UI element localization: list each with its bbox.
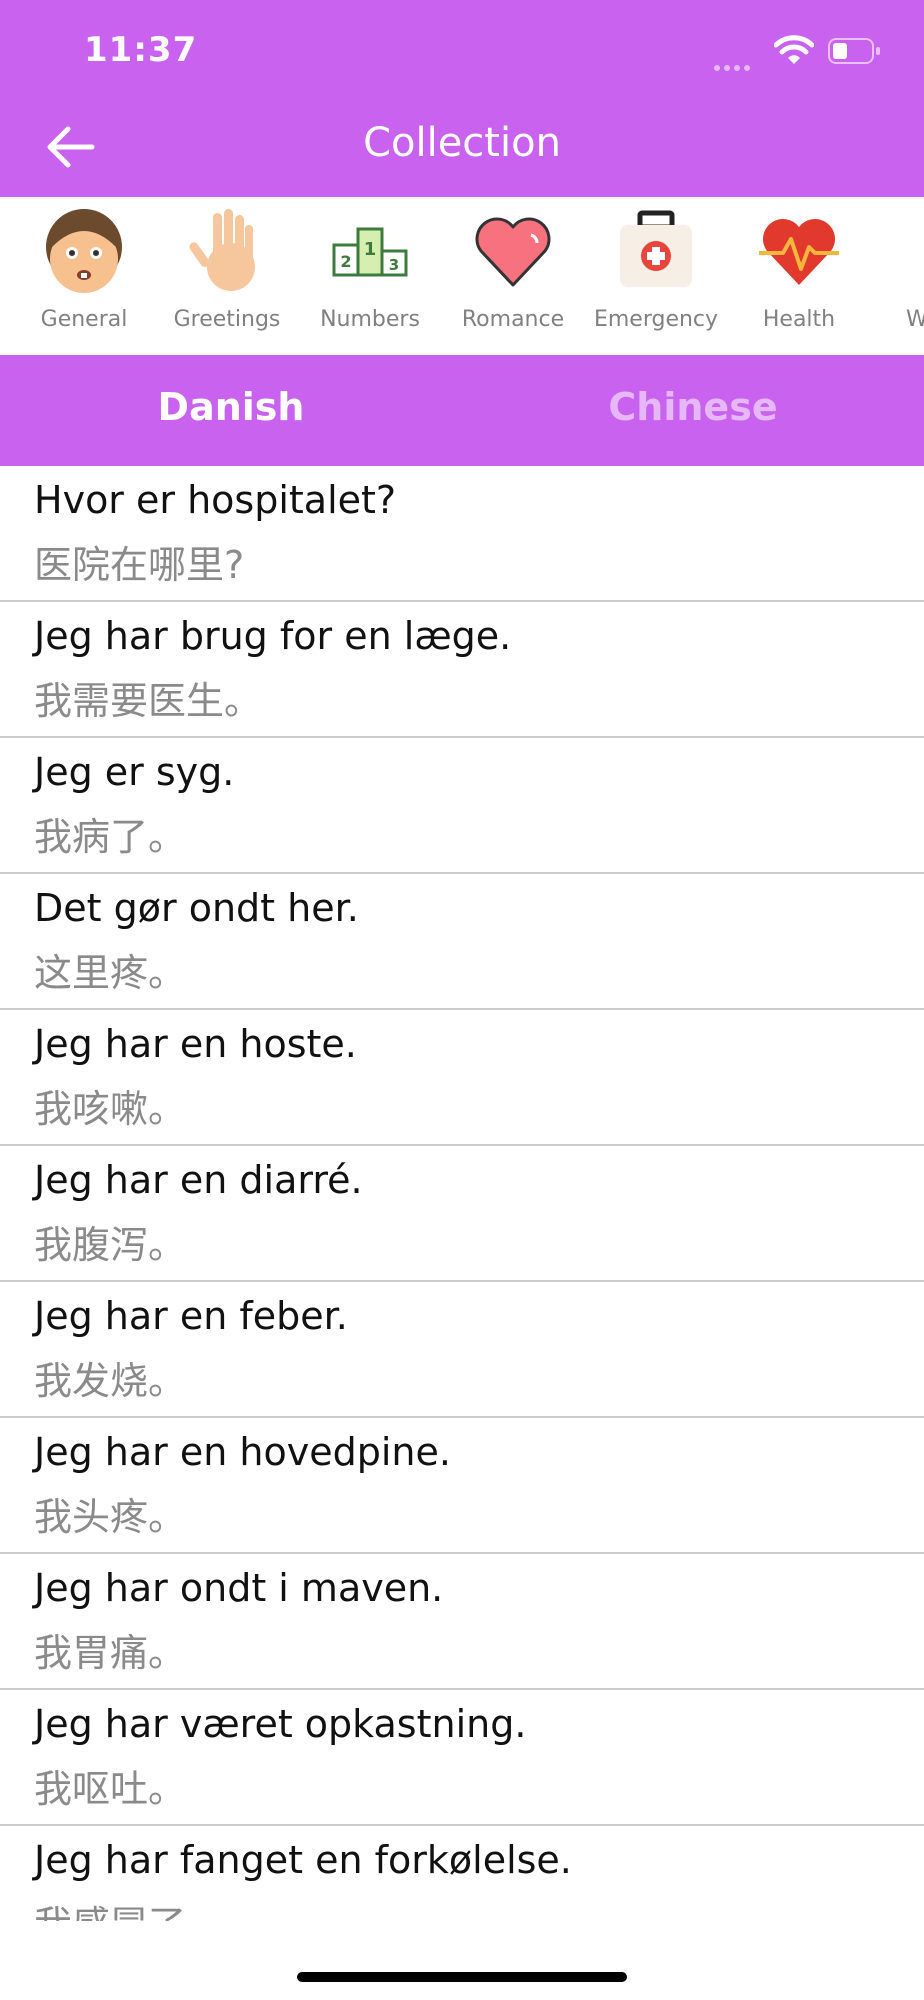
phrase-danish: Jeg har en diarré.	[34, 1158, 363, 1202]
top-app-bar: 11:37 Collection	[0, 0, 924, 197]
phrase-chinese: 我需要医生。	[34, 679, 263, 723]
list-item[interactable]: Jeg har en hoste. 我咳嗽。	[0, 1010, 924, 1146]
heart-icon	[475, 217, 551, 287]
category-strip[interactable]: General Greetings 1 2 3 Numbers Romance	[0, 197, 924, 355]
phrase-danish: Jeg har ondt i maven.	[34, 1566, 444, 1610]
list-item[interactable]: Jeg er syg. 我病了。	[0, 738, 924, 874]
category-label: General	[40, 307, 128, 332]
svg-text:3: 3	[389, 256, 399, 274]
tab-chinese[interactable]: Chinese	[462, 385, 924, 429]
category-general[interactable]: General	[12, 197, 156, 355]
phrase-chinese: 我咳嗽。	[34, 1087, 187, 1131]
phrase-chinese: 我呕吐。	[34, 1767, 187, 1811]
phrase-danish: Det gør ondt her.	[34, 886, 359, 930]
phrase-danish: Jeg er syg.	[34, 750, 235, 794]
category-greetings[interactable]: Greetings	[155, 197, 299, 355]
battery-icon	[828, 38, 880, 64]
face-icon	[46, 209, 122, 293]
svg-text:2: 2	[340, 252, 351, 271]
phrase-chinese: 我发烧。	[34, 1359, 187, 1403]
list-item[interactable]: Jeg har fanget en forkølelse. 我感冒了。	[0, 1826, 924, 1921]
list-item[interactable]: Det gør ondt her. 这里疼。	[0, 874, 924, 1010]
status-indicators	[714, 34, 884, 71]
category-label: Numbers	[320, 307, 420, 332]
phrase-chinese: 我病了。	[34, 815, 187, 859]
category-label: Health	[762, 307, 836, 332]
phrase-danish: Jeg har en hovedpine.	[34, 1430, 451, 1474]
category-weather[interactable]: We	[870, 197, 924, 355]
page-title: Collection	[363, 120, 561, 166]
category-label: Romance	[461, 307, 565, 332]
category-numbers[interactable]: 1 2 3 Numbers	[298, 197, 442, 355]
phrase-chinese: 我胃痛。	[34, 1631, 187, 1675]
phrase-danish: Jeg har været opkastning.	[34, 1702, 527, 1746]
list-item[interactable]: Jeg har en diarré. 我腹泻。	[0, 1146, 924, 1282]
first-aid-kit-icon	[620, 210, 692, 287]
category-romance[interactable]: Romance	[441, 197, 585, 355]
wifi-icon	[774, 35, 814, 64]
list-item[interactable]: Jeg har ondt i maven. 我胃痛。	[0, 1554, 924, 1690]
category-emergency[interactable]: Emergency	[584, 197, 728, 355]
category-health[interactable]: Health	[727, 197, 871, 355]
tab-danish[interactable]: Danish	[0, 385, 462, 429]
status-time: 11:37	[84, 30, 198, 70]
weather-icon	[902, 207, 924, 297]
signal-icon	[714, 56, 754, 75]
list-item[interactable]: Jeg har været opkastning. 我呕吐。	[0, 1690, 924, 1826]
list-item[interactable]: Hvor er hospitalet? 医院在哪里?	[0, 466, 924, 602]
phrase-danish: Jeg har fanget en forkølelse.	[34, 1838, 572, 1882]
hand-icon	[189, 209, 255, 291]
phrase-danish: Hvor er hospitalet?	[34, 478, 397, 522]
list-item[interactable]: Jeg har en hovedpine. 我头疼。	[0, 1418, 924, 1554]
list-item[interactable]: Jeg har en feber. 我发烧。	[0, 1282, 924, 1418]
phrase-list[interactable]: Hvor er hospitalet? 医院在哪里? Jeg har brug f…	[0, 466, 924, 1921]
language-tabs: Danish Chinese	[0, 355, 924, 466]
home-indicator[interactable]	[297, 1972, 627, 1982]
phrase-danish: Jeg har en hoste.	[34, 1022, 357, 1066]
phrase-chinese: 这里疼。	[34, 951, 187, 995]
phrase-chinese: 医院在哪里?	[34, 543, 245, 587]
heartbeat-icon	[759, 219, 839, 285]
svg-text:1: 1	[364, 239, 377, 260]
category-label: Emergency	[593, 307, 719, 332]
phrase-chinese: 我头疼。	[34, 1495, 187, 1539]
phrase-danish: Jeg har brug for en læge.	[34, 614, 512, 658]
phrase-chinese: 我腹泻。	[34, 1223, 187, 1267]
podium-icon: 1 2 3	[332, 227, 408, 277]
phrase-danish: Jeg har en feber.	[34, 1294, 348, 1338]
phrase-chinese: 我感冒了。	[34, 1894, 224, 1921]
category-label: Greetings	[173, 307, 281, 332]
category-label: We	[906, 307, 924, 332]
list-item[interactable]: Jeg har brug for en læge. 我需要医生。	[0, 602, 924, 738]
